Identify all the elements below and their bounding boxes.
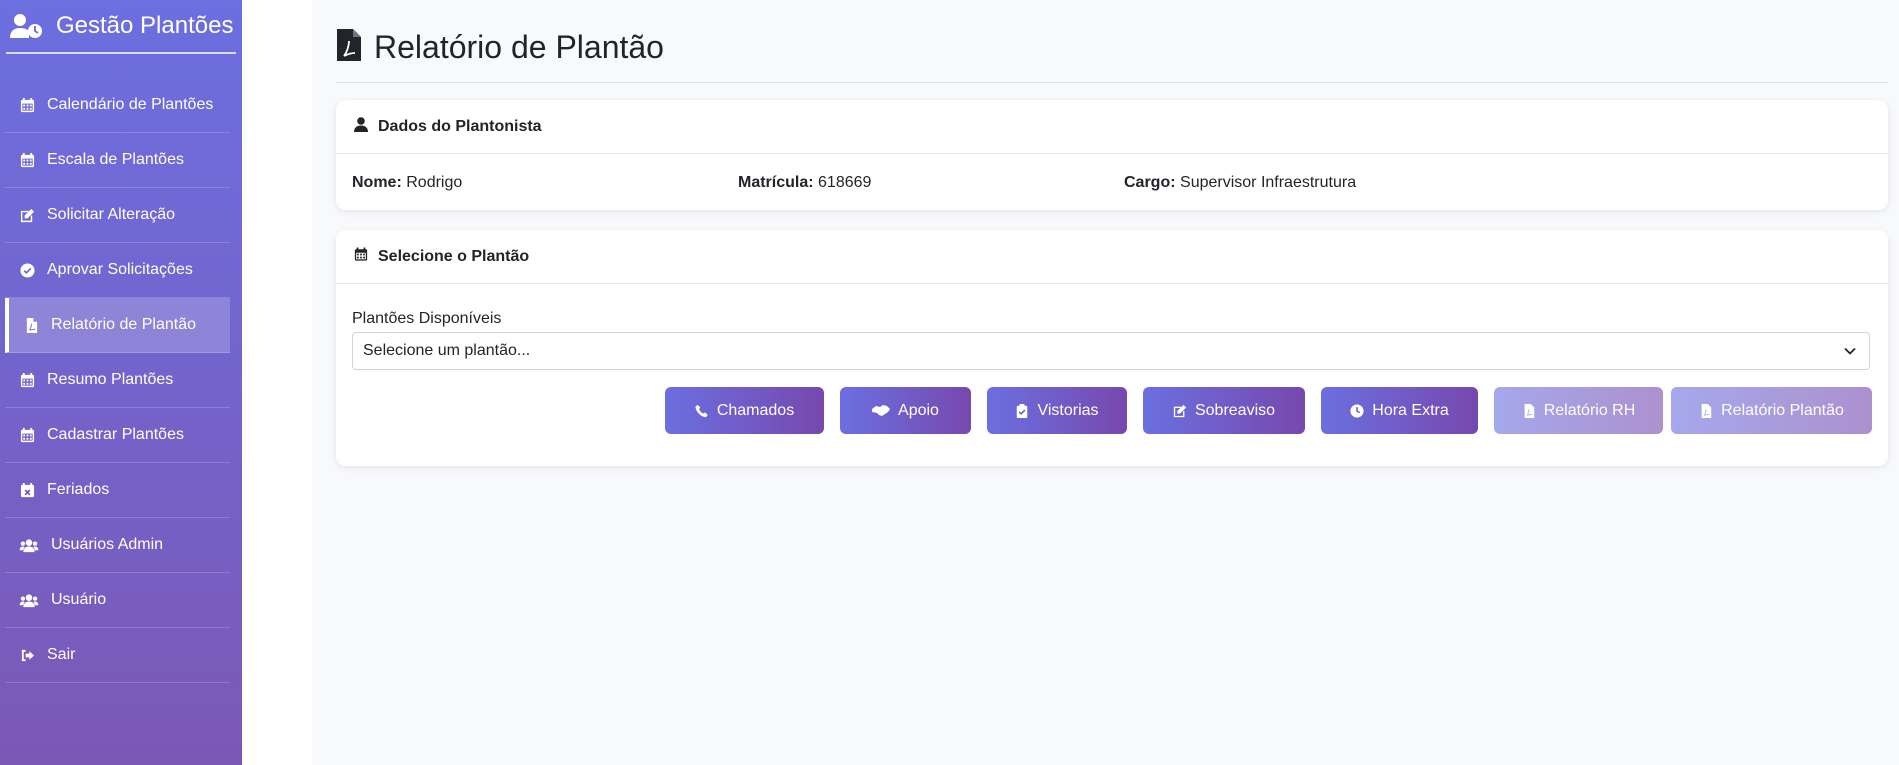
cargo-value: Supervisor Infraestrutura (1180, 174, 1357, 191)
plantao-card: Selecione o Plantão Plantões Disponíveis… (336, 230, 1888, 466)
sidebar-item-label: Cadastrar Plantões (47, 426, 184, 443)
nome-label: Nome: (352, 174, 402, 191)
sobreaviso-button[interactable]: Sobreaviso (1143, 387, 1305, 434)
calendar-icon (19, 372, 35, 388)
users-icon (19, 592, 39, 608)
sidebar-item-label: Calendário de Plantões (47, 96, 214, 113)
edit-icon (1173, 404, 1187, 417)
sidebar-item-aprovar-solicitacoes[interactable]: Aprovar Solicitações (5, 243, 230, 298)
sidebar-item-feriados[interactable]: Feriados (5, 463, 230, 518)
page-title: Relatório de Plantão (374, 29, 664, 65)
phone-icon (695, 404, 708, 417)
sidebar-item-sair[interactable]: Sair (5, 628, 230, 683)
sidebar-item-usuario[interactable]: Usuário (5, 573, 230, 628)
page-header: Relatório de Plantão (336, 28, 1888, 83)
calendar-icon (19, 152, 35, 168)
chamados-button-label: Chamados (716, 401, 795, 419)
sobreaviso-button-label: Sobreaviso (1194, 401, 1276, 419)
sidebar-item-label: Usuários Admin (51, 536, 164, 553)
chamados-button[interactable]: Chamados (665, 387, 824, 434)
calendar-icon (19, 427, 35, 443)
sidebar-nav: Calendário de Plantões Escala de Plantõe… (0, 78, 242, 683)
sidebar-item-label: Escala de Plantões (47, 151, 184, 168)
matricula-field: Matrícula: 618669 (738, 174, 871, 192)
sidebar-item-escala[interactable]: Escala de Plantões (5, 133, 230, 188)
calendar-icon (19, 97, 35, 113)
vistorias-button[interactable]: Vistorias (987, 387, 1127, 434)
sidebar-item-solicitar-alteracao[interactable]: Solicitar Alteração (5, 188, 230, 243)
clipboard-check-icon (1017, 403, 1028, 418)
relatorio-plantao-button[interactable]: Relatório Plantão (1671, 387, 1872, 434)
plantoes-select-label: Plantões Disponíveis (352, 310, 502, 327)
sidebar-item-calendario[interactable]: Calendário de Plantões (5, 78, 230, 133)
apoio-button-label: Apoio (898, 401, 939, 419)
file-pdf-icon (1524, 403, 1534, 418)
user-icon (354, 116, 368, 137)
handshake-icon (872, 404, 891, 416)
calendar-x-icon (19, 482, 35, 498)
nome-field: Nome: Rodrigo (352, 174, 462, 192)
users-icon (19, 537, 39, 553)
relatorio-rh-button-label: Relatório RH (1543, 401, 1636, 419)
plantao-card-title: Selecione o Plantão (378, 247, 530, 265)
chevron-down-icon (1844, 347, 1856, 355)
relatorio-plantao-button-label: Relatório Plantão (1721, 401, 1844, 419)
hora-extra-button[interactable]: Hora Extra (1321, 387, 1478, 434)
file-pdf-icon (336, 28, 362, 67)
sidebar-item-relatorio-plantao[interactable]: Relatório de Plantão (5, 298, 230, 353)
plantonista-info: Nome: Rodrigo Matrícula: 618669 Cargo: S… (336, 154, 1888, 210)
cargo-field: Cargo: Supervisor Infraestrutura (1124, 174, 1356, 192)
relatorio-rh-button[interactable]: Relatório RH (1494, 387, 1663, 434)
cargo-label: Cargo: (1124, 174, 1176, 191)
plantonista-card-title: Dados do Plantonista (378, 117, 542, 135)
plantoes-select-value: Selecione um plantão... (363, 342, 531, 359)
nome-value: Rodrigo (406, 174, 463, 191)
vistorias-button-label: Vistorias (1037, 401, 1099, 419)
sidebar-item-label: Relatório de Plantão (51, 316, 196, 333)
sidebar-item-cadastrar-plantoes[interactable]: Cadastrar Plantões (5, 408, 230, 463)
sign-out-icon (19, 647, 35, 663)
check-circle-icon (19, 262, 35, 278)
sidebar-item-resumo-plantoes[interactable]: Resumo Plantões (5, 353, 230, 408)
hora-extra-button-label: Hora Extra (1372, 401, 1449, 419)
apoio-button[interactable]: Apoio (840, 387, 971, 434)
brand[interactable]: Gestão Plantões (6, 0, 236, 54)
sidebar: Gestão Plantões Calendário de Plantões E… (0, 0, 242, 765)
sidebar-item-label: Sair (47, 646, 76, 663)
calendar-icon (354, 247, 368, 267)
plantoes-select[interactable]: Selecione um plantão... (352, 332, 1870, 370)
user-clock-icon (10, 14, 42, 38)
clock-icon (1350, 403, 1364, 418)
matricula-label: Matrícula: (738, 174, 814, 191)
plantonista-card-header: Dados do Plantonista (336, 100, 1888, 154)
brand-title: Gestão Plantões (56, 12, 234, 39)
sidebar-item-usuarios-admin[interactable]: Usuários Admin (5, 518, 230, 573)
sidebar-item-label: Aprovar Solicitações (47, 261, 193, 278)
file-pdf-icon (1701, 403, 1712, 418)
main-content: Relatório de Plantão Dados do Plantonist… (312, 0, 1899, 765)
plantonista-card: Dados do Plantonista Nome: Rodrigo Matrí… (336, 100, 1888, 210)
sidebar-item-label: Feriados (47, 481, 110, 498)
sidebar-item-label: Solicitar Alteração (47, 206, 176, 223)
sidebar-item-label: Resumo Plantões (47, 371, 174, 388)
plantao-card-header: Selecione o Plantão (336, 230, 1888, 284)
file-pdf-icon (23, 317, 39, 333)
matricula-value: 618669 (818, 174, 872, 191)
sidebar-item-label: Usuário (51, 591, 107, 608)
edit-icon (19, 207, 35, 223)
